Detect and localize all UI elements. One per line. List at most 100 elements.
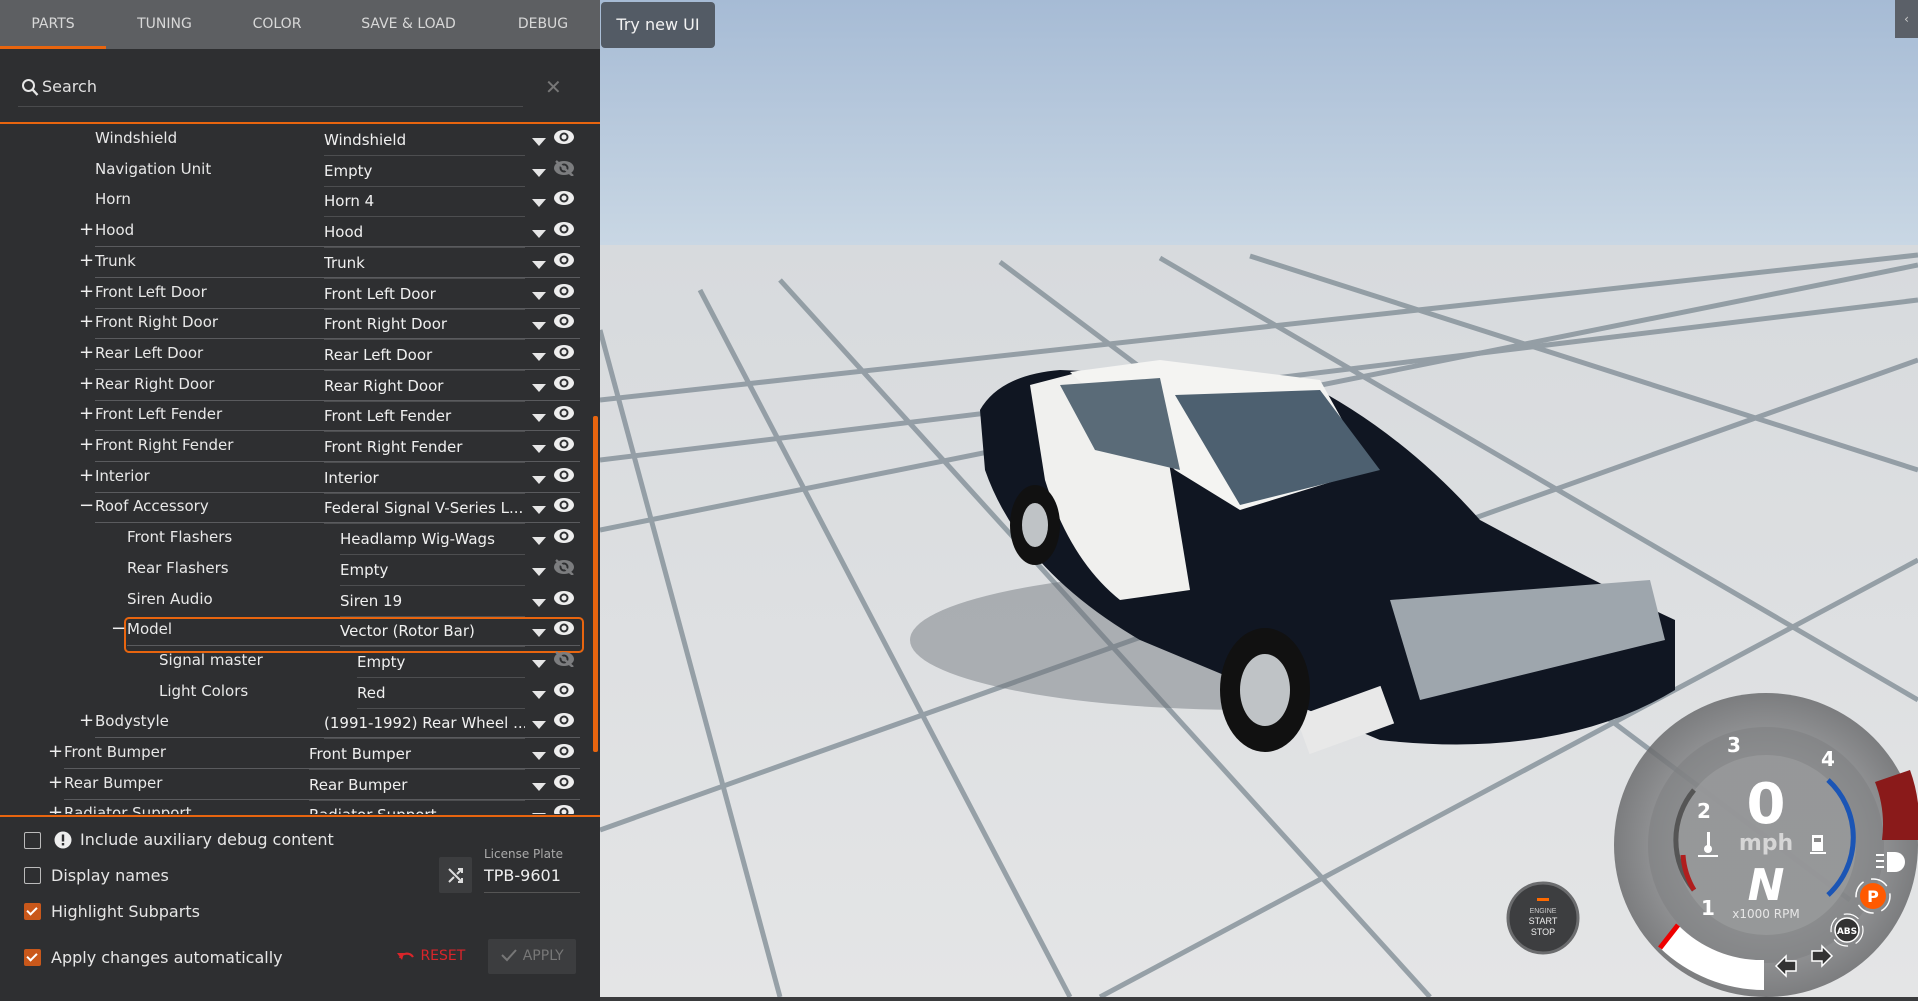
expand-icon[interactable]: + (79, 403, 94, 424)
eye-icon[interactable] (553, 405, 575, 425)
tab-debug[interactable]: DEBUG (486, 0, 600, 49)
chevron-down-icon[interactable] (532, 230, 546, 239)
chevron-down-icon[interactable] (532, 721, 546, 730)
eye-off-icon[interactable] (553, 159, 575, 180)
chevron-down-icon[interactable] (532, 168, 546, 177)
eye-icon[interactable] (553, 528, 575, 548)
eye-icon[interactable] (553, 804, 575, 814)
collapse-icon[interactable]: − (79, 495, 94, 516)
eye-off-icon[interactable] (553, 650, 575, 671)
expand-icon[interactable]: + (79, 465, 94, 486)
eye-icon[interactable] (553, 712, 575, 732)
eye-icon[interactable] (553, 221, 575, 241)
engine-start-stop-button[interactable]: ENGINE START STOP (1506, 881, 1580, 955)
search-input[interactable]: Search (18, 68, 523, 107)
aux-debug-checkbox[interactable] (24, 832, 41, 849)
chevron-down-icon[interactable] (532, 322, 546, 331)
eye-icon[interactable] (553, 129, 575, 149)
expand-icon[interactable]: + (48, 741, 63, 762)
expand-icon[interactable]: + (79, 281, 94, 302)
chevron-down-icon[interactable] (532, 138, 546, 146)
part-select[interactable]: Front Right Fender (324, 438, 525, 463)
try-new-ui-button[interactable]: Try new UI (601, 2, 715, 48)
part-select[interactable]: Rear Bumper (309, 776, 525, 801)
scrollbar[interactable] (593, 416, 598, 752)
part-select[interactable]: Red (357, 684, 525, 709)
part-select[interactable]: Trunk (324, 254, 525, 279)
eye-off-icon[interactable] (553, 558, 575, 579)
eye-icon[interactable] (553, 743, 575, 763)
chevron-down-icon[interactable] (532, 782, 546, 791)
part-select[interactable]: Hood (324, 223, 525, 249)
part-select[interactable]: Rear Left Door (324, 346, 525, 371)
part-select[interactable]: Front Left Fender (324, 407, 525, 433)
part-select[interactable]: Federal Signal V-Series L... (324, 499, 525, 525)
apply-auto-checkbox[interactable] (24, 949, 41, 966)
part-select[interactable]: Windshield (324, 131, 525, 156)
license-plate-input[interactable]: TPB-9601 (484, 866, 580, 893)
chevron-down-icon[interactable] (532, 414, 546, 423)
part-select[interactable]: Rear Right Door (324, 377, 525, 402)
close-icon[interactable]: ✕ (545, 75, 562, 99)
eye-icon[interactable] (553, 774, 575, 794)
eye-icon[interactable] (553, 190, 575, 210)
chevron-down-icon[interactable] (532, 567, 546, 576)
collapse-icon[interactable]: − (111, 618, 126, 639)
chevron-down-icon[interactable] (532, 475, 546, 484)
display-names-checkbox[interactable] (24, 867, 41, 884)
tab-color[interactable]: COLOR (223, 0, 331, 49)
part-select[interactable]: Empty (357, 653, 525, 678)
eye-icon[interactable] (553, 283, 575, 303)
chevron-down-icon[interactable] (532, 199, 546, 208)
3d-viewport[interactable]: ENGINE START STOP 1 2 3 4 0 mph N x1000 … (600, 0, 1918, 997)
chevron-down-icon[interactable] (532, 659, 546, 668)
eye-icon[interactable] (553, 682, 575, 702)
eye-icon[interactable] (553, 313, 575, 333)
apply-button[interactable]: APPLY (488, 939, 576, 974)
part-select[interactable]: Vector (Rotor Bar) (340, 622, 525, 648)
chevron-down-icon[interactable] (532, 598, 546, 607)
chevron-down-icon[interactable] (532, 537, 546, 546)
chevron-down-icon[interactable] (532, 813, 546, 814)
part-select[interactable]: Radiator Support (309, 806, 525, 814)
expand-icon[interactable]: + (48, 772, 63, 793)
part-select[interactable]: Empty (340, 561, 525, 586)
part-select[interactable]: Horn 4 (324, 192, 525, 218)
tab-tuning[interactable]: TUNING (106, 0, 223, 49)
randomize-plate-button[interactable] (439, 857, 472, 893)
chevron-down-icon[interactable] (532, 629, 546, 638)
chevron-down-icon[interactable] (532, 383, 546, 392)
eye-icon[interactable] (553, 467, 575, 487)
chevron-down-icon[interactable] (532, 291, 546, 300)
expand-icon[interactable]: + (79, 710, 94, 731)
expand-icon[interactable]: + (79, 311, 94, 332)
expand-icon[interactable]: + (79, 250, 94, 271)
eye-icon[interactable] (553, 590, 575, 610)
chevron-down-icon[interactable] (532, 260, 546, 269)
expand-icon[interactable]: + (79, 434, 94, 455)
expand-icon[interactable]: + (48, 802, 63, 814)
chevron-down-icon[interactable] (532, 352, 546, 361)
chevron-down-icon[interactable] (532, 752, 546, 760)
expand-icon[interactable]: + (79, 342, 94, 363)
highlight-subparts-checkbox[interactable] (24, 903, 41, 920)
chevron-down-icon[interactable] (532, 445, 546, 453)
eye-icon[interactable] (553, 436, 575, 456)
tab-parts[interactable]: PARTS (0, 0, 106, 49)
part-select[interactable]: Front Right Door (324, 315, 525, 341)
reset-button[interactable]: RESET (396, 948, 465, 964)
expand-icon[interactable]: + (79, 219, 94, 240)
expand-icon[interactable]: + (79, 373, 94, 394)
eye-icon[interactable] (553, 620, 575, 640)
eye-icon[interactable] (553, 497, 575, 517)
tab-save-load[interactable]: SAVE & LOAD (331, 0, 486, 49)
part-select[interactable]: (1991-1992) Rear Wheel ... (324, 714, 525, 740)
part-select[interactable]: Empty (324, 162, 525, 187)
part-select[interactable]: Siren 19 (340, 592, 525, 617)
chevron-down-icon[interactable] (532, 690, 546, 699)
chevron-down-icon[interactable] (532, 506, 546, 515)
eye-icon[interactable] (553, 344, 575, 364)
part-select[interactable]: Headlamp Wig-Wags (340, 530, 525, 556)
collapse-panel-button[interactable]: ‹ (1895, 0, 1918, 38)
eye-icon[interactable] (553, 252, 575, 272)
